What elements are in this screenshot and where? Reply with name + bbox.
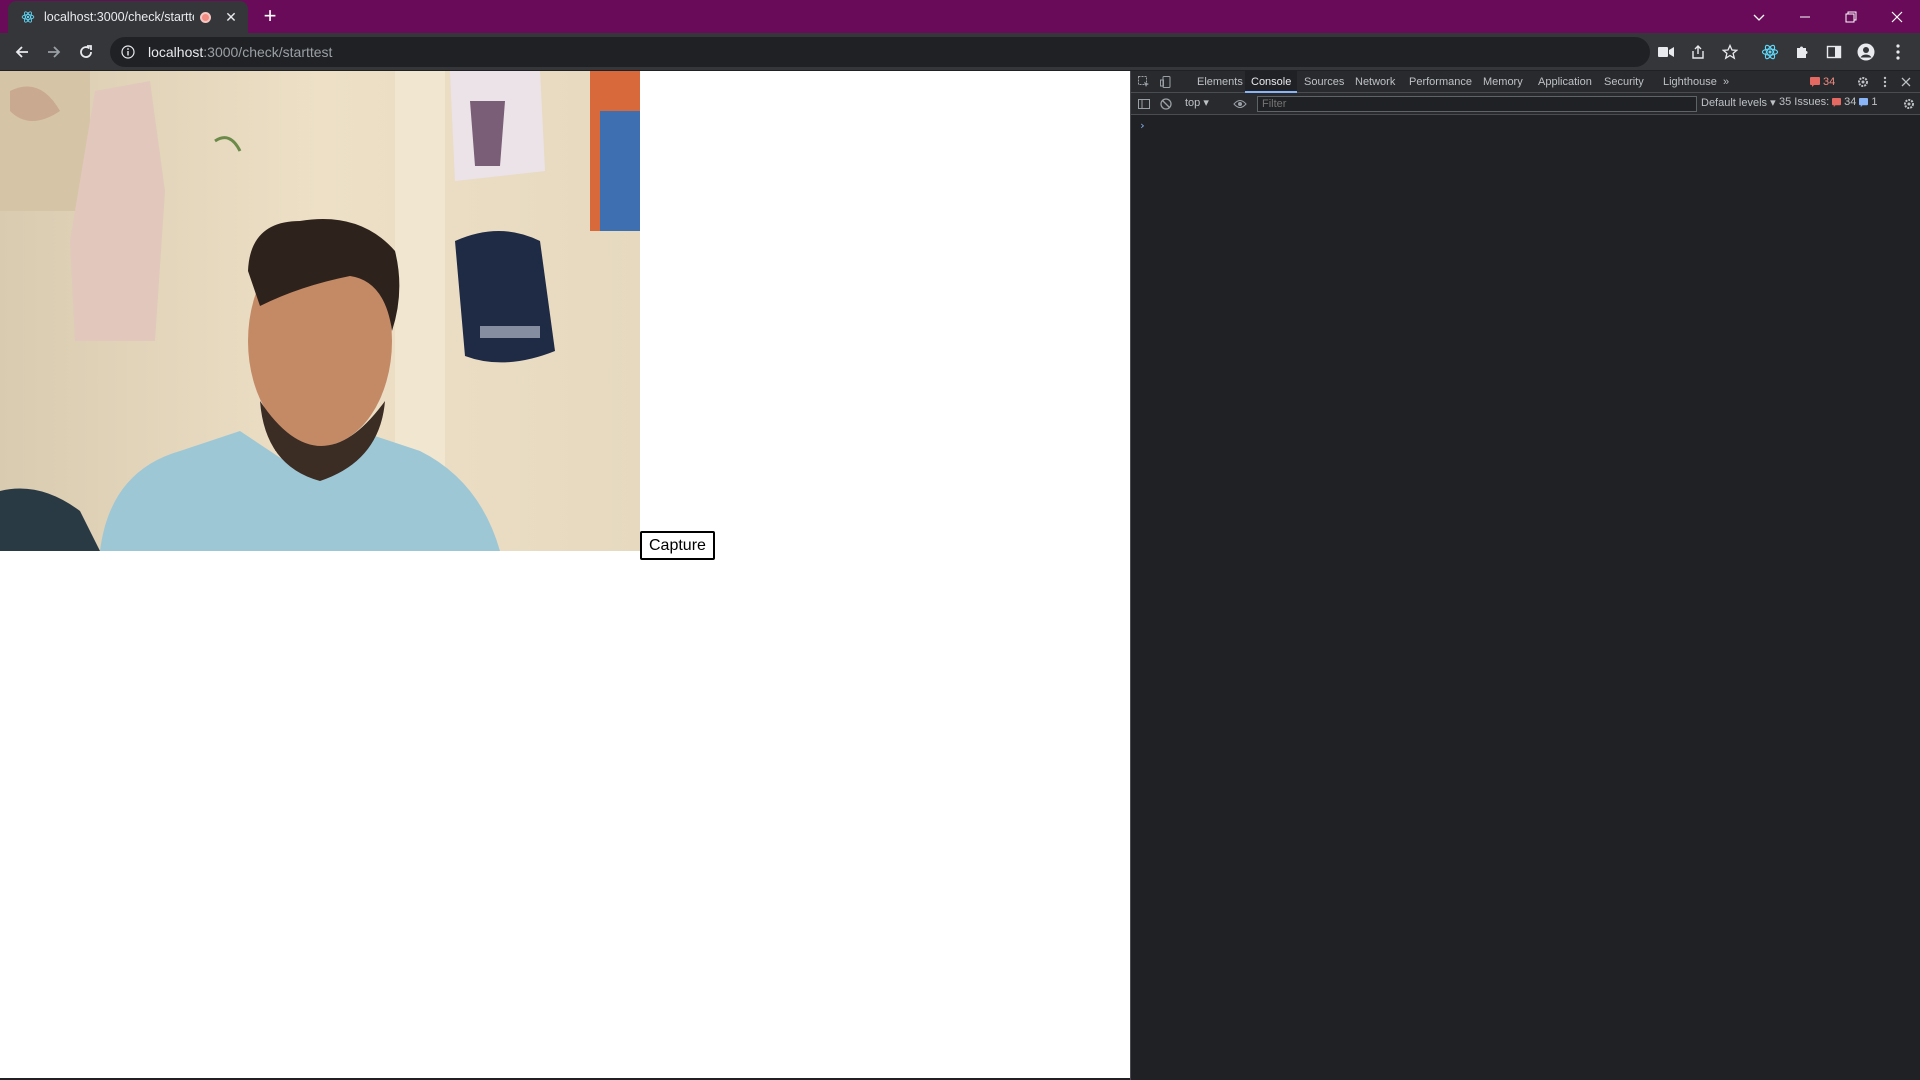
devtools-panel: Elements Console Sources Network Perform… (1130, 71, 1920, 1080)
error-count-badge[interactable]: 34 (1810, 74, 1835, 90)
tab-console[interactable]: Console (1245, 71, 1298, 93)
error-icon (1832, 97, 1842, 107)
console-filter-input[interactable] (1257, 96, 1697, 112)
extensions-icon[interactable] (1788, 38, 1816, 66)
devtools-menu-icon[interactable] (1877, 74, 1893, 90)
live-expression-eye-icon[interactable] (1232, 96, 1248, 112)
console-toolbar: top ▾ Default levels ▾ 35 Issues: 34 1 (1131, 93, 1920, 115)
new-tab-button[interactable]: + (258, 4, 282, 28)
devtools-tab-bar: Elements Console Sources Network Perform… (1131, 71, 1920, 93)
capture-button[interactable]: Capture (640, 531, 715, 560)
tab-memory[interactable]: Memory (1477, 71, 1529, 93)
camera-icon[interactable] (1652, 38, 1680, 66)
info-icon (1859, 97, 1869, 107)
issues-error-count: 34 (1844, 96, 1857, 108)
console-settings-icon[interactable] (1901, 96, 1917, 112)
device-toolbar-icon[interactable] (1158, 74, 1174, 90)
browser-toolbar: localhost:3000/check/starttest (0, 33, 1920, 71)
tab-title: localhost:3000/check/startte (44, 10, 194, 24)
recording-dot-icon (200, 11, 211, 23)
issues-label: 35 Issues: (1779, 96, 1830, 108)
forward-button[interactable] (40, 38, 68, 66)
error-count: 34 (1823, 76, 1836, 88)
close-icon[interactable] (1874, 0, 1920, 33)
tab-elements[interactable]: Elements (1191, 71, 1249, 93)
browser-window: localhost:3000/check/startte ✕ + localho… (0, 0, 1920, 1080)
reload-button[interactable] (72, 38, 100, 66)
minimize-icon[interactable] (1782, 0, 1828, 33)
url-host: localhost (148, 44, 204, 60)
inspect-element-icon[interactable] (1136, 74, 1152, 90)
menu-icon[interactable] (1884, 38, 1912, 66)
devtools-settings-icon[interactable] (1855, 74, 1871, 90)
chevron-down-icon[interactable] (1736, 0, 1782, 33)
log-levels-dropdown[interactable]: Default levels ▾ (1701, 96, 1776, 109)
tab-lighthouse[interactable]: Lighthouse (1657, 71, 1723, 93)
back-button[interactable] (8, 38, 36, 66)
clear-console-icon[interactable] (1158, 96, 1174, 112)
tab-performance[interactable]: Performance (1403, 71, 1478, 93)
error-icon (1810, 77, 1820, 87)
tab-security[interactable]: Security (1598, 71, 1650, 93)
webcam-frame-image (0, 71, 640, 551)
share-icon[interactable] (1684, 38, 1712, 66)
page-viewport: Capture (0, 71, 1130, 1080)
issues-counter[interactable]: 35 Issues: 34 1 (1779, 96, 1878, 108)
context-selector[interactable]: top ▾ (1185, 96, 1209, 109)
more-tabs-button[interactable]: » (1717, 71, 1735, 93)
profile-icon[interactable] (1852, 38, 1880, 66)
sidebar-toggle-icon[interactable] (1136, 96, 1152, 112)
issues-info-count: 1 (1871, 96, 1878, 108)
tab-sources[interactable]: Sources (1298, 71, 1350, 93)
star-icon[interactable] (1716, 38, 1744, 66)
devtools-close-icon[interactable] (1898, 74, 1914, 90)
tab-strip: localhost:3000/check/startte ✕ + (0, 0, 1920, 33)
url-path: :3000/check/starttest (203, 44, 333, 60)
tab-application[interactable]: Application (1532, 71, 1598, 93)
site-info-icon[interactable] (118, 42, 138, 62)
tab-close-icon[interactable]: ✕ (223, 9, 239, 26)
address-bar[interactable]: localhost:3000/check/starttest (110, 37, 1650, 67)
browser-tab[interactable]: localhost:3000/check/startte ✕ (8, 1, 248, 33)
console-prompt[interactable]: › (1139, 119, 1146, 132)
side-panel-icon[interactable] (1820, 38, 1848, 66)
webcam-video (0, 71, 640, 551)
restore-icon[interactable] (1828, 0, 1874, 33)
react-favicon-icon (20, 9, 36, 25)
tab-network[interactable]: Network (1349, 71, 1401, 93)
react-devtools-icon[interactable] (1756, 38, 1784, 66)
